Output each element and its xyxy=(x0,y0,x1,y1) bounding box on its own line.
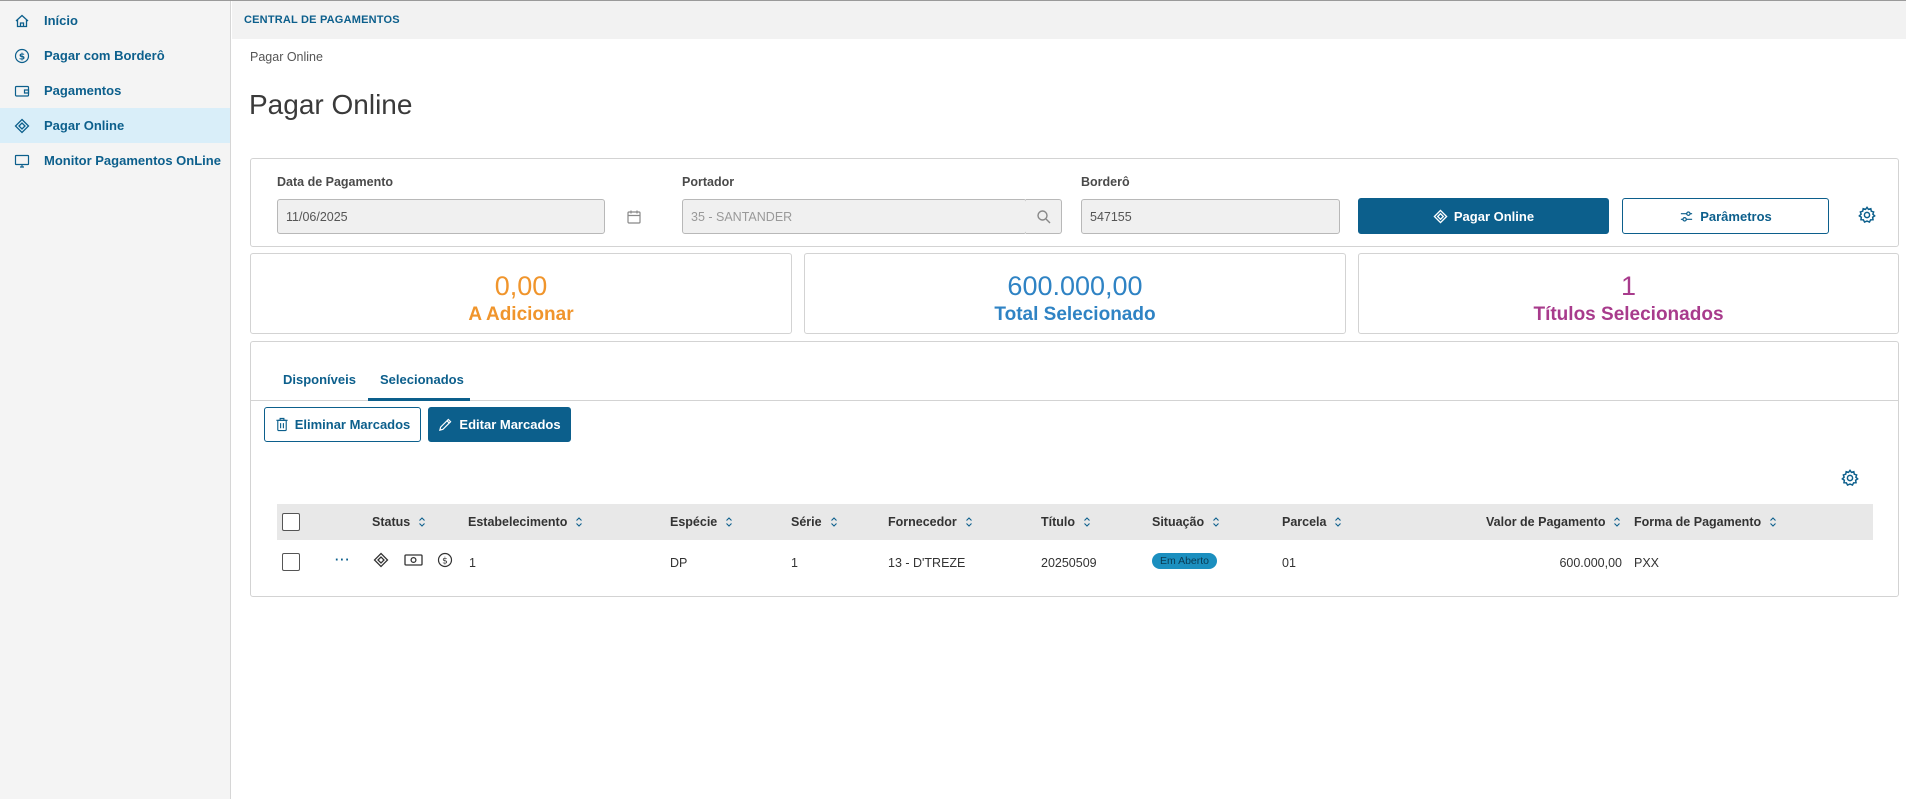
sidebar-item-label: Pagar com Borderô xyxy=(44,48,165,63)
column-header-especie[interactable]: Espécie xyxy=(670,515,733,529)
gear-icon[interactable] xyxy=(1857,205,1877,225)
row-actions-menu[interactable]: ··· xyxy=(335,553,351,567)
cell-especie: DP xyxy=(670,556,688,570)
sidebar: Início $ Pagar com Borderô Pagamentos Pa… xyxy=(0,1,231,799)
cell-serie: 1 xyxy=(791,556,798,570)
cell-parcela: 01 xyxy=(1282,556,1296,570)
tab-active-indicator xyxy=(368,398,470,401)
table-header: Status Estabelecimento Espécie Série For… xyxy=(277,504,1873,540)
column-header-forma[interactable]: Forma de Pagamento xyxy=(1634,515,1777,529)
cell-forma: PXX xyxy=(1634,556,1660,570)
bordero-input[interactable]: 547155 xyxy=(1081,199,1340,234)
pagar-online-button[interactable]: Pagar Online xyxy=(1358,198,1609,234)
pix-diamond-icon xyxy=(373,552,389,573)
portador-label: Portador xyxy=(682,175,735,189)
sidebar-item-label: Início xyxy=(44,13,78,28)
kpi-a-adicionar: 0,00 A Adicionar xyxy=(250,253,792,334)
row-checkbox[interactable] xyxy=(282,553,300,571)
column-header-fornecedor[interactable]: Fornecedor xyxy=(888,515,973,529)
wallet-icon xyxy=(14,83,30,99)
cell-valor: 600.000,00 xyxy=(1559,556,1622,570)
sort-icon xyxy=(725,517,733,527)
column-header-situacao[interactable]: Situação xyxy=(1152,515,1220,529)
pix-diamond-icon xyxy=(1433,208,1448,224)
page-title: Pagar Online xyxy=(249,89,413,120)
bordero-label: Borderô xyxy=(1081,175,1130,189)
editar-marcados-button[interactable]: Editar Marcados xyxy=(428,407,571,442)
tab-selecionados[interactable]: Selecionados xyxy=(380,372,464,387)
app-title: CENTRAL DE PAGAMENTOS xyxy=(244,14,400,26)
sort-icon xyxy=(965,517,973,527)
pencil-icon xyxy=(439,418,452,431)
trash-icon xyxy=(276,417,288,432)
sort-icon xyxy=(575,517,583,527)
kpi-value: 0,00 xyxy=(494,271,548,301)
sort-icon xyxy=(830,517,838,527)
kpi-label: Títulos Selecionados xyxy=(1533,304,1724,325)
cash-icon xyxy=(404,553,423,572)
sort-icon xyxy=(1613,517,1621,527)
tab-bar: Disponíveis Selecionados xyxy=(251,342,1898,401)
kpi-value: 1 xyxy=(1620,271,1637,301)
sidebar-item-inicio[interactable]: Início xyxy=(0,3,230,38)
dollar-circle-icon: $ xyxy=(437,552,453,573)
column-header-parcela[interactable]: Parcela xyxy=(1282,515,1342,529)
column-header-valor[interactable]: Valor de Pagamento xyxy=(1486,515,1621,529)
kpi-label: A Adicionar xyxy=(468,304,574,325)
column-header-status[interactable]: Status xyxy=(372,515,426,529)
calendar-icon[interactable] xyxy=(625,208,643,226)
sidebar-item-label: Pagar Online xyxy=(44,118,125,133)
cell-estabelecimento: 1 xyxy=(469,556,476,570)
sort-icon xyxy=(1083,517,1091,527)
column-header-estabelecimento[interactable]: Estabelecimento xyxy=(468,515,583,529)
svg-text:$: $ xyxy=(442,556,448,566)
kpi-label: Total Selecionado xyxy=(994,304,1156,325)
sort-icon xyxy=(418,517,426,527)
sliders-icon xyxy=(1681,210,1693,222)
column-header-serie[interactable]: Série xyxy=(791,515,838,529)
breadcrumb[interactable]: Pagar Online xyxy=(250,50,323,64)
eliminar-marcados-button[interactable]: Eliminar Marcados xyxy=(264,407,421,442)
status-badge: Em Aberto xyxy=(1152,553,1218,569)
sidebar-item-pagar-online[interactable]: Pagar Online xyxy=(0,108,230,143)
sidebar-item-monitor[interactable]: Monitor Pagamentos OnLine xyxy=(0,143,230,178)
search-icon[interactable] xyxy=(1026,199,1062,234)
kpi-value: 600.000,00 xyxy=(1007,271,1143,301)
sidebar-item-pagar-bordero[interactable]: $ Pagar com Borderô xyxy=(0,38,230,73)
eliminar-marcados-label: Eliminar Marcados xyxy=(294,417,411,432)
table-settings-gear-icon[interactable] xyxy=(1841,469,1859,492)
portador-input[interactable]: 35 - SANTANDER xyxy=(682,199,1027,234)
payment-date-input[interactable]: 11/06/2025 xyxy=(277,199,605,234)
tab-disponiveis[interactable]: Disponíveis xyxy=(283,372,356,387)
parametros-button[interactable]: Parâmetros xyxy=(1622,198,1829,234)
sort-icon xyxy=(1212,517,1220,527)
filter-panel: Data de Pagamento 11/06/2025 Portador 35… xyxy=(250,158,1899,247)
svg-text:$: $ xyxy=(19,52,25,62)
kpi-titulos-selecionados: 1 Títulos Selecionados xyxy=(1358,253,1899,334)
kpi-total-selecionado: 600.000,00 Total Selecionado xyxy=(804,253,1346,334)
sidebar-item-pagamentos[interactable]: Pagamentos xyxy=(0,73,230,108)
dollar-circle-icon: $ xyxy=(14,48,30,64)
column-header-titulo[interactable]: Título xyxy=(1041,515,1091,529)
pagar-online-label: Pagar Online xyxy=(1453,208,1535,224)
pix-diamond-icon xyxy=(14,118,30,134)
cell-fornecedor: 13 - D'TREZE xyxy=(888,556,966,570)
home-icon xyxy=(14,13,30,29)
sidebar-item-label: Pagamentos xyxy=(44,83,122,98)
editar-marcados-label: Editar Marcados xyxy=(459,417,561,432)
cell-titulo: 20250509 xyxy=(1041,556,1097,570)
sort-icon xyxy=(1769,517,1777,527)
select-all-checkbox[interactable] xyxy=(282,513,300,531)
parametros-label: Parâmetros xyxy=(1700,208,1772,224)
date-label: Data de Pagamento xyxy=(277,175,394,189)
sidebar-item-label: Monitor Pagamentos OnLine xyxy=(44,153,221,168)
sort-icon xyxy=(1334,517,1342,527)
monitor-icon xyxy=(14,153,30,169)
app-header: CENTRAL DE PAGAMENTOS xyxy=(232,1,1906,39)
